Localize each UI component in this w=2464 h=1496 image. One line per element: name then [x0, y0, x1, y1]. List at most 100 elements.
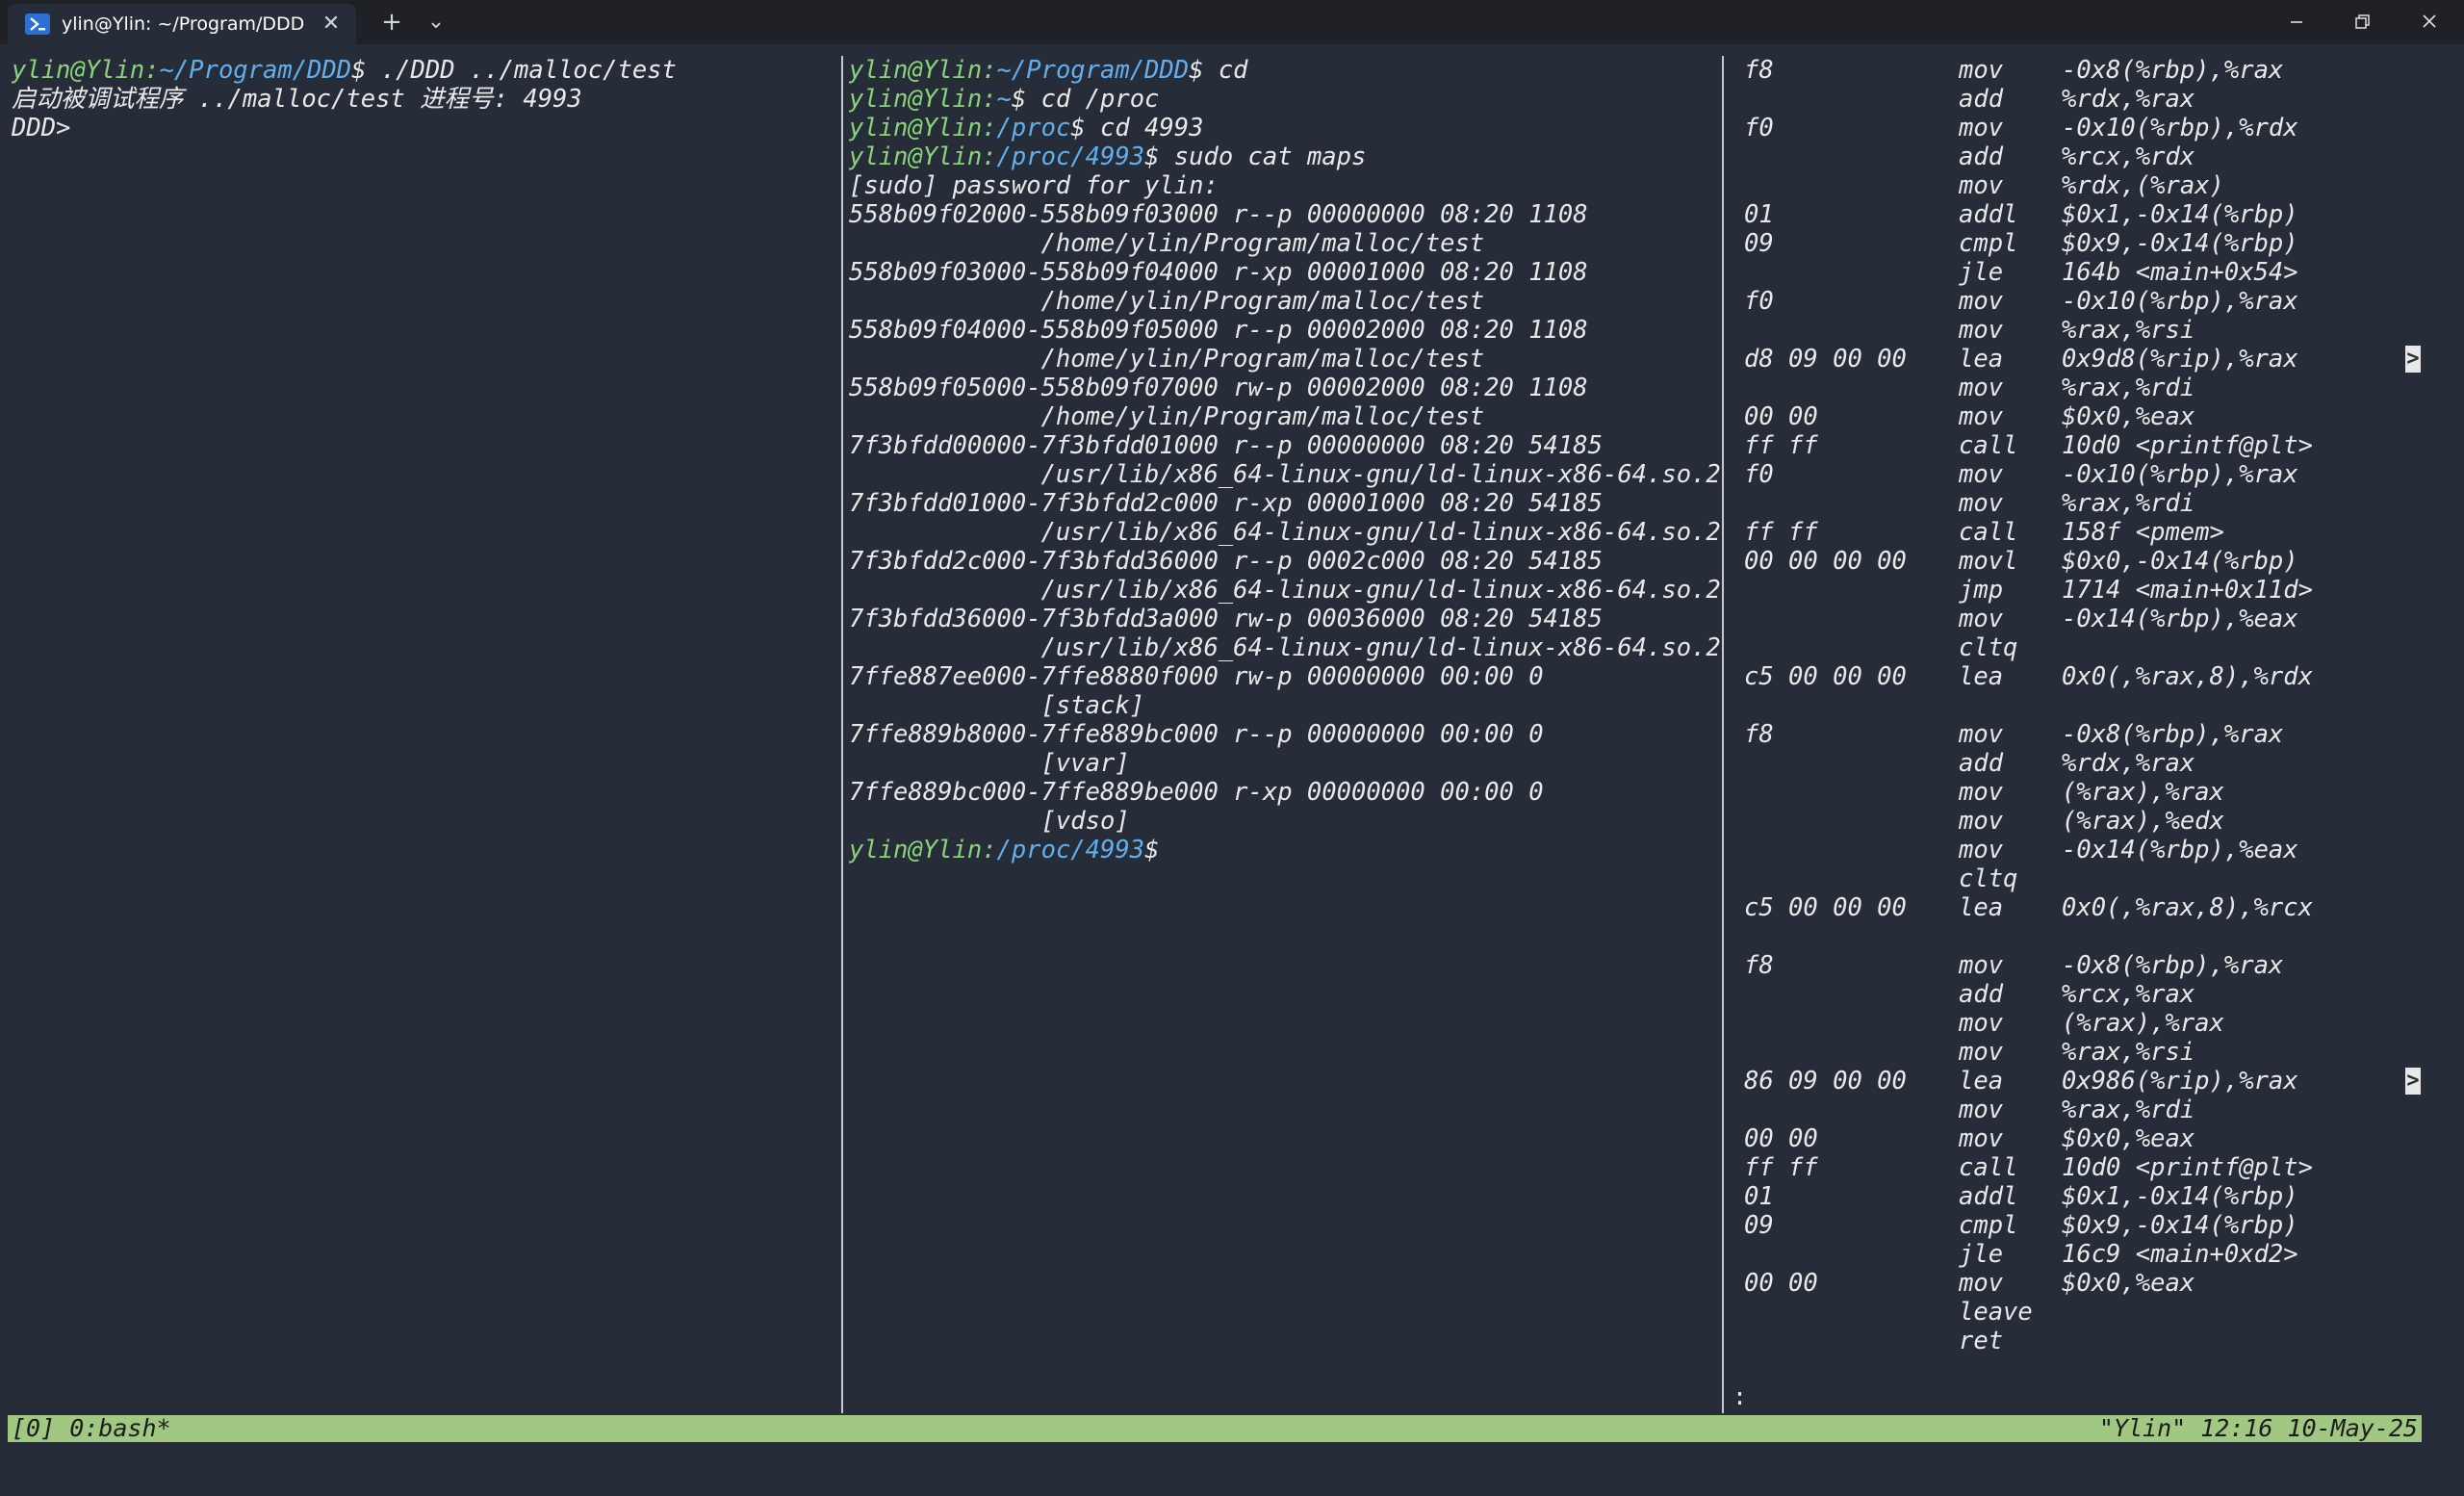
- status-window-list[interactable]: [0] 0:bash*: [12, 1415, 171, 1442]
- disasm-operands: %rdx,%rax: [2062, 749, 2195, 778]
- pane-ddd[interactable]: ylin@Ylin:~/Program/DDD$ ./DDD ../malloc…: [12, 56, 839, 1407]
- disasm-operands: 0x0(,%rax,8),%rdx: [2062, 662, 2313, 691]
- output-text: /home/ylin/Program/malloc/test: [849, 229, 1485, 258]
- disasm-opcode: lea: [1959, 345, 2004, 374]
- disasm-bytes: 86 09 00 00: [1744, 1067, 1907, 1096]
- disasm-operands: %rcx,%rax: [2062, 980, 2195, 1009]
- output-text: [sudo] password for ylin:: [849, 171, 1219, 200]
- output-text: 启动被调试程序 ../malloc/test 进程号: 4993: [12, 85, 582, 114]
- prompt-line: ylin@Ylin:~/Program/DDD$ cd: [849, 56, 1721, 85]
- disasm-operands: (%rax),%edx: [2062, 807, 2224, 836]
- restore-button[interactable]: [2329, 0, 2395, 44]
- output-text: [vvar]: [849, 749, 1130, 778]
- disasm-opcode: mov: [1959, 316, 2004, 345]
- close-icon[interactable]: ✕: [318, 11, 345, 38]
- disasm-opcode: mov: [1959, 374, 2004, 402]
- disasm-operands: -0x10(%rbp),%rdx: [2062, 114, 2298, 142]
- output-line: /usr/lib/x86_64-linux-gnu/ld-linux-x86-6…: [849, 633, 1721, 662]
- disasm-operands: $0x0,-0x14(%rbp): [2062, 547, 2298, 576]
- disasm-line: 09 cmpl $0x9,-0x14(%rbp): [1744, 1211, 2399, 1240]
- disasm-line: 01 addl $0x1,-0x14(%rbp): [1744, 200, 2399, 229]
- disasm-operands: %rcx,%rdx: [2062, 142, 2195, 171]
- output-text: 7ffe887ee000-7ffe8880f000 rw-p 00000000 …: [849, 662, 1544, 691]
- status-host-time: "Ylin" 12:16 10-May-25: [2098, 1414, 2418, 1442]
- prompt-line: ylin@Ylin:~/Program/DDD$ ./DDD ../malloc…: [12, 56, 839, 85]
- output-line: 7f3bfdd00000-7f3bfdd01000 r--p 00000000 …: [849, 431, 1721, 460]
- disasm-line: f8 mov -0x8(%rbp),%rax: [1744, 951, 2399, 980]
- disasm-line: jle 16c9 <main+0xd2>: [1744, 1240, 2399, 1269]
- disasm-line: [1744, 691, 2399, 720]
- disasm-line: 00 00 mov $0x0,%eax: [1744, 402, 2399, 431]
- pane-shell[interactable]: ylin@Ylin:~/Program/DDD$ cd ylin@Ylin:~$ …: [849, 56, 1721, 1407]
- disasm-bytes: f8: [1744, 951, 1774, 980]
- output-text: /home/ylin/Program/malloc/test: [849, 345, 1485, 374]
- prompt-path: /proc: [996, 114, 1071, 142]
- terminal-tab[interactable]: ylin@Ylin: ~/Program/DDD ✕: [8, 4, 356, 44]
- disasm-operands: $0x1,-0x14(%rbp): [2062, 1182, 2298, 1211]
- disasm-line: add %rcx,%rdx: [1744, 142, 2399, 171]
- disasm-opcode: jmp: [1959, 576, 2004, 605]
- disasm-bytes: 00 00: [1744, 1269, 1818, 1298]
- output-line: /home/ylin/Program/malloc/test: [849, 287, 1721, 316]
- disasm-opcode: cltq: [1959, 633, 2018, 662]
- prompt-line: ylin@Ylin:~$ cd /proc: [849, 85, 1721, 114]
- disasm-opcode: mov: [1959, 836, 2004, 864]
- disasm-operands: 10d0 <printf@plt>: [2062, 1153, 2313, 1182]
- tab-dropdown-button[interactable]: ⌄: [422, 8, 450, 37]
- output-text: /home/ylin/Program/malloc/test: [849, 402, 1485, 431]
- prompt-user: ylin@Ylin: [849, 836, 983, 864]
- disasm-opcode: addl: [1959, 1182, 2018, 1211]
- disasm-opcode: call: [1959, 1153, 2018, 1182]
- pane-divider[interactable]: [1722, 56, 1724, 1413]
- disasm-line: leave: [1744, 1298, 2399, 1327]
- new-tab-button[interactable]: +: [377, 8, 406, 37]
- disasm-line: 00 00 mov $0x0,%eax: [1744, 1124, 2399, 1153]
- pager-prompt[interactable]: :: [1732, 1382, 1747, 1411]
- output-line: /home/ylin/Program/malloc/test: [849, 345, 1721, 374]
- close-window-button[interactable]: [2397, 0, 2462, 44]
- output-text: /usr/lib/x86_64-linux-gnu/ld-linux-x86-6…: [849, 460, 1721, 489]
- output-line: /usr/lib/x86_64-linux-gnu/ld-linux-x86-6…: [849, 460, 1721, 489]
- output-line: 558b09f02000-558b09f03000 r--p 00000000 …: [849, 200, 1721, 229]
- output-text: 558b09f02000-558b09f03000 r--p 00000000 …: [849, 200, 1588, 229]
- disasm-line: mov %rax,%rdi: [1744, 489, 2399, 518]
- output-text: 558b09f03000-558b09f04000 r-xp 00001000 …: [849, 258, 1588, 287]
- disasm-line: add %rdx,%rax: [1744, 85, 2399, 114]
- disasm-line: ff ff call 10d0 <printf@plt>: [1744, 1153, 2399, 1182]
- pane-disassembly[interactable]: f8 mov -0x8(%rbp),%rax add %rdx,%rax f0 mov -0x…: [1744, 56, 2399, 1407]
- output-line: 558b09f04000-558b09f05000 r--p 00002000 …: [849, 316, 1721, 345]
- disasm-line: mov %rax,%rsi: [1744, 1038, 2399, 1067]
- disasm-opcode: addl: [1959, 200, 2018, 229]
- disasm-line: mov (%rax),%rax: [1744, 1009, 2399, 1038]
- disasm-opcode: leave: [1959, 1298, 2033, 1327]
- disasm-opcode: add: [1959, 980, 2004, 1009]
- disasm-operands: %rax,%rsi: [2062, 1038, 2195, 1067]
- prompt-path: ~/Program/DDD: [996, 56, 1190, 85]
- disasm-opcode: lea: [1959, 662, 2004, 691]
- pane-divider[interactable]: [841, 56, 843, 1413]
- disasm-operands: 16c9 <main+0xd2>: [2062, 1240, 2298, 1269]
- disasm-operands: 158f <pmem>: [2062, 518, 2224, 547]
- disasm-operands: $0x0,%eax: [2062, 402, 2195, 431]
- output-text: DDD>: [12, 114, 71, 142]
- disasm-opcode: mov: [1959, 114, 2004, 142]
- output-line: /usr/lib/x86_64-linux-gnu/ld-linux-x86-6…: [849, 576, 1721, 605]
- disasm-operands: -0x8(%rbp),%rax: [2062, 951, 2284, 980]
- output-line: 558b09f05000-558b09f07000 rw-p 00002000 …: [849, 374, 1721, 402]
- disasm-bytes: 00 00: [1744, 402, 1818, 431]
- disasm-operands: -0x14(%rbp),%eax: [2062, 836, 2298, 864]
- output-line: 启动被调试程序 ../malloc/test 进程号: 4993: [12, 85, 839, 114]
- disasm-opcode: mov: [1959, 1009, 2004, 1038]
- disasm-bytes: ff ff: [1744, 431, 1818, 460]
- output-text: [vdso]: [849, 807, 1130, 836]
- disasm-line: c5 00 00 00 lea 0x0(,%rax,8),%rdx: [1744, 662, 2399, 691]
- output-line: 7f3bfdd2c000-7f3bfdd36000 r--p 0002c000 …: [849, 547, 1721, 576]
- disasm-operands: (%rax),%rax: [2062, 778, 2224, 807]
- prompt-path: /proc/4993: [996, 836, 1145, 864]
- output-line: 7f3bfdd36000-7f3bfdd3a000 rw-p 00036000 …: [849, 605, 1721, 633]
- minimize-button[interactable]: [2264, 0, 2329, 44]
- disasm-line: d8 09 00 00 lea 0x9d8(%rip),%rax: [1744, 345, 2399, 374]
- output-text: [stack]: [849, 691, 1145, 720]
- disasm-bytes: ff ff: [1744, 518, 1818, 547]
- prompt-separator: :: [982, 56, 997, 85]
